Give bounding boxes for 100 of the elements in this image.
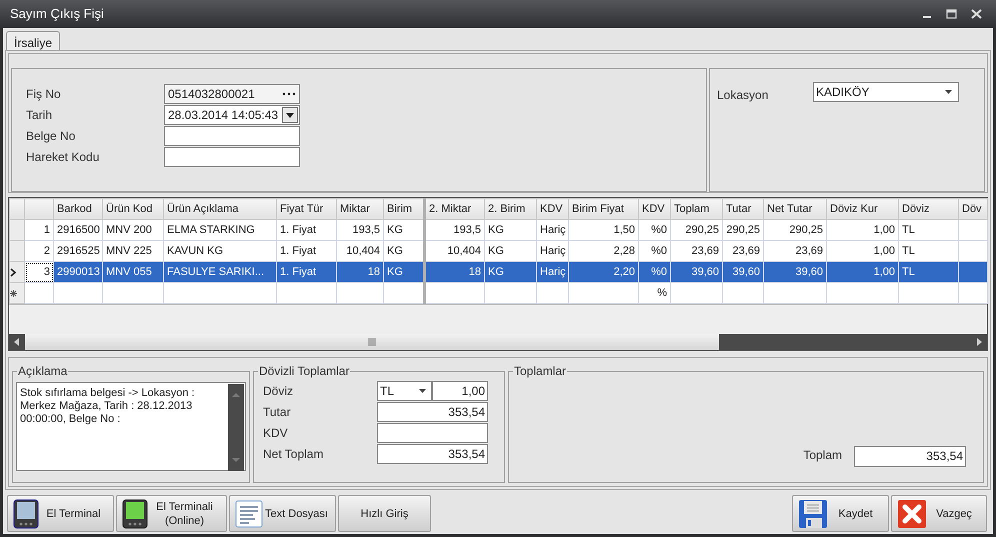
table-cell: 3 (24, 262, 54, 282)
table-cell: 2990013 (54, 262, 102, 282)
table-cell: 18 (424, 262, 484, 282)
notes-text: Stok sıfırlama belgesi -> Lokasyon : Merkez Mağaza, Tarih : 28.12.2013 00:00:00, Belge No : (19, 386, 196, 427)
table-cell: %0 (638, 262, 670, 282)
table-cell: KG (484, 262, 536, 282)
table-cell: KG (384, 240, 424, 262)
column-header[interactable]: KDV (638, 198, 670, 220)
table-cell: 23,69 (764, 240, 826, 262)
rate-field[interactable]: 1,00 (432, 381, 488, 401)
group-title: Toplamlar (513, 364, 568, 378)
table-cell: 23,69 (670, 240, 722, 262)
column-header[interactable]: Birim Fiyat (568, 198, 638, 220)
table-cell: 39,60 (722, 262, 764, 282)
field-label: Döviz (263, 383, 294, 400)
currency-dropdown[interactable]: TL (377, 381, 432, 401)
column-header[interactable]: KDV (536, 198, 568, 220)
table-cell: 23,69 (722, 240, 764, 262)
table-cell: 1,00 (826, 220, 898, 240)
ellipsis-icon[interactable] (282, 92, 296, 96)
maximize-icon[interactable] (946, 9, 957, 19)
group-title: Açıklama (17, 364, 68, 378)
table-cell: MNV 225 (102, 240, 164, 262)
table-cell: KG (384, 220, 424, 240)
table-cell: FASULYE SARIKI... (164, 262, 276, 282)
table-cell: ELMA STARKING (164, 220, 276, 240)
table-cell: Hariç (536, 220, 568, 240)
table-cell: 39,60 (764, 262, 826, 282)
table-cell: 290,25 (670, 220, 722, 240)
group-title: Dövizli Toplamlar (258, 364, 350, 378)
column-header[interactable]: 2. Miktar (424, 198, 484, 220)
tab[interactable]: İrsaliye (6, 31, 60, 51)
close-icon[interactable] (971, 9, 982, 19)
toolbar-button[interactable]: Hızlı Giriş (338, 495, 431, 532)
field-label: Fiş No (26, 86, 62, 103)
handheld-device-icon (13, 498, 39, 528)
table-cell: 39,60 (670, 262, 722, 282)
field-label: Hareket Kodu (26, 149, 100, 166)
column-header[interactable]: Ürün Kod (102, 198, 164, 220)
handheld-device-icon (122, 498, 148, 528)
field-label: Lokasyon (717, 87, 770, 104)
field-label: Toplam (803, 447, 842, 464)
table-cell: MNV 200 (102, 220, 164, 240)
table-cell: 290,25 (722, 220, 764, 240)
total-field[interactable]: 353,54 (854, 446, 966, 467)
toolbar-button[interactable]: El Terminali (Online) (116, 495, 227, 532)
scrollbar-thumb[interactable] (25, 334, 719, 350)
input-field[interactable]: 353,54 (377, 402, 488, 422)
window-title: Sayım Çıkış Fişi (10, 5, 104, 24)
field-label: Net Toplam (263, 446, 324, 463)
column-header[interactable]: Döviz Kur (826, 198, 898, 220)
table-cell: %0 (638, 240, 670, 262)
toolbar-button[interactable]: Text Dosyası (229, 495, 336, 532)
column-header[interactable]: Toplam (670, 198, 722, 220)
column-header[interactable]: Barkod (54, 198, 102, 220)
table-cell: 18 (336, 262, 384, 282)
toolbar-button[interactable]: Vazgeç (891, 495, 987, 532)
column-header[interactable]: 2. Birim (484, 198, 536, 220)
field-label: KDV (263, 425, 289, 442)
table-cell: MNV 055 (102, 262, 164, 282)
table-cell: TL (898, 240, 958, 262)
table-cell: 2,28 (568, 240, 638, 262)
input-field[interactable] (377, 423, 488, 443)
table-cell: %0 (638, 220, 670, 240)
table-cell: 1 (24, 220, 54, 240)
table-cell: 1,50 (568, 220, 638, 240)
table-cell: KG (484, 220, 536, 240)
input-field[interactable] (164, 147, 300, 167)
cancel-icon (897, 498, 927, 528)
lookup-field[interactable]: 0514032800021 (164, 84, 300, 104)
horizontal-scrollbar[interactable] (9, 334, 987, 350)
column-header[interactable]: Ürün Açıklama (164, 198, 276, 220)
notes-text-area[interactable]: Stok sıfırlama belgesi -> Lokasyon : Merkez Mağaza, Tarih : 28.12.2013 00:00:00, Belge No : (16, 382, 246, 471)
dropdown-arrow-icon[interactable] (419, 389, 426, 393)
column-header[interactable]: Birim (384, 198, 424, 220)
toolbar-button[interactable]: El Terminal (7, 495, 114, 532)
dropdown-arrow-icon[interactable] (945, 90, 952, 94)
input-field[interactable]: 353,54 (377, 444, 488, 464)
location-dropdown[interactable]: KADIKÖY (813, 82, 959, 102)
vertical-scrollbar[interactable] (228, 384, 244, 471)
date-picker[interactable]: 28.03.2014 14:05:43 (164, 105, 300, 125)
table-cell: 2 (24, 240, 54, 262)
column-header[interactable]: Döv (958, 198, 988, 220)
table-cell: Hariç (536, 240, 568, 262)
field-label: Belge No (26, 128, 76, 145)
table-cell: 10,404 (424, 240, 484, 262)
table-cell: KG (384, 262, 424, 282)
table-cell: 10,404 (336, 240, 384, 262)
table-cell: 1. Fiyat (276, 240, 336, 262)
column-header[interactable]: Miktar (336, 198, 384, 220)
table-cell: 290,25 (764, 220, 826, 240)
column-header[interactable]: Tutar (722, 198, 764, 220)
text-document-icon (235, 500, 263, 528)
input-field[interactable] (164, 126, 300, 146)
column-header[interactable]: Döviz (898, 198, 958, 220)
field-label: Tutar (263, 404, 292, 421)
column-header[interactable]: Fiyat Tür (276, 198, 336, 220)
field-label: Tarih (26, 107, 54, 124)
toolbar-button[interactable]: Kaydet (792, 495, 889, 532)
column-header[interactable]: Net Tutar (764, 198, 826, 220)
